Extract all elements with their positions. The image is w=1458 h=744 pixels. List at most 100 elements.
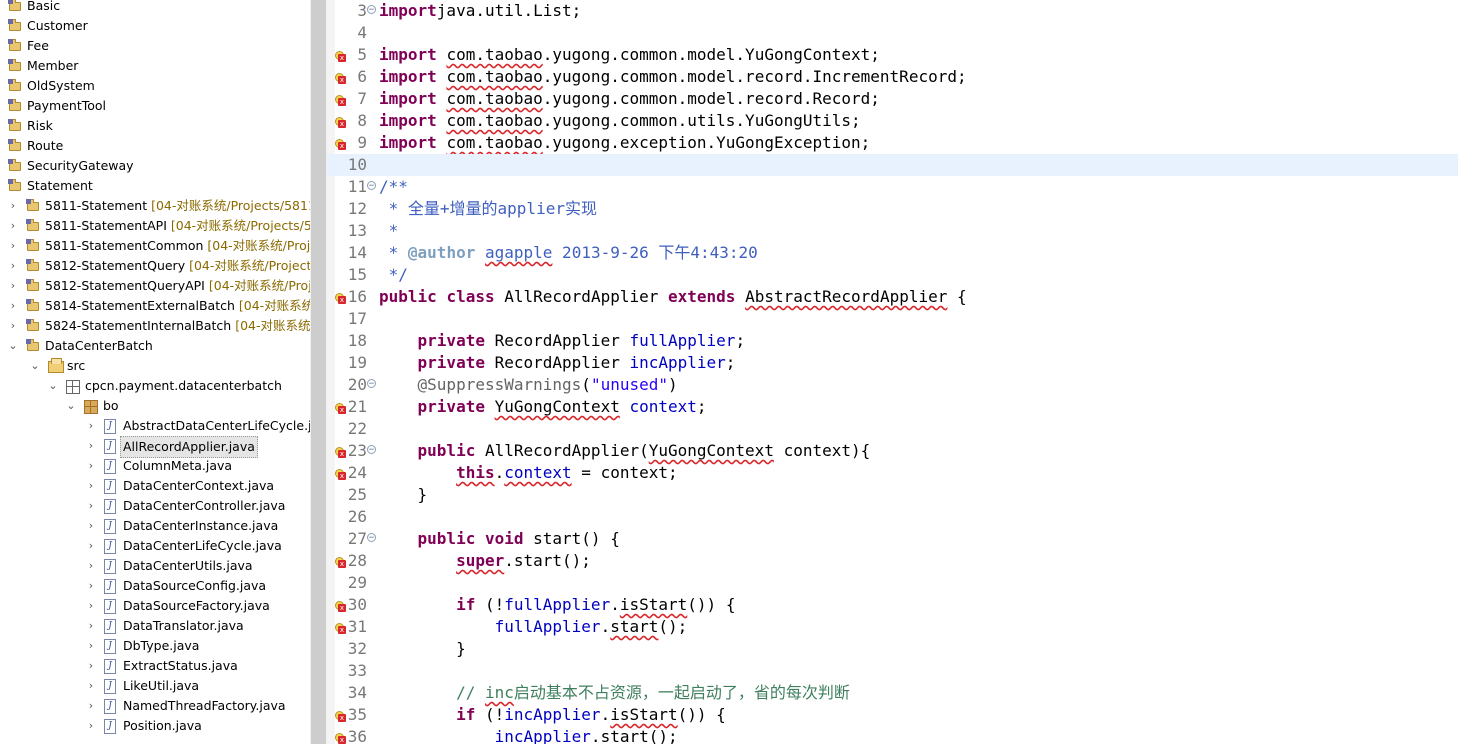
code-line[interactable]: x 24 this.context = context; — [327, 462, 1458, 484]
code-line[interactable]: 25 } — [327, 484, 1458, 506]
code-token: context){ — [773, 441, 871, 460]
tree-item-label: 5811-StatementCommon [04-对账系统/Project — [45, 236, 310, 256]
chevron-right-icon[interactable]: › — [86, 476, 96, 496]
code-line[interactable]: 10 — [327, 154, 1458, 176]
code-line[interactable]: 12 * 全量+增量的applier实现 — [327, 198, 1458, 220]
code-line[interactable]: 20− @SuppressWarnings("unused") — [327, 374, 1458, 396]
code-text: import com.taobao.yugong.common.model.re… — [379, 88, 880, 110]
code-token: start() { — [523, 529, 620, 548]
code-line[interactable]: x 30 if (!fullApplier.isStart()) { — [327, 594, 1458, 616]
chevron-right-icon[interactable]: › — [86, 436, 96, 456]
fold-collapse-icon[interactable]: − — [367, 445, 376, 455]
java-file-icon: J — [104, 459, 116, 474]
code-line[interactable]: x 23− public AllRecordApplier(YuGongConte… — [327, 440, 1458, 462]
code-line[interactable]: x 31 fullApplier.start(); — [327, 616, 1458, 638]
explorer-scrollbar-thumb[interactable] — [310, 0, 327, 744]
chevron-down-icon[interactable]: ⌄ — [30, 356, 40, 376]
code-line[interactable]: x 28 super.start(); — [327, 550, 1458, 572]
code-line[interactable]: 3− importjava.util.List; — [327, 0, 1458, 22]
code-line[interactable]: 4 — [327, 22, 1458, 44]
tree-item-name: ExtractStatus.java — [123, 658, 238, 673]
line-number: 32 — [347, 639, 367, 658]
tree-item-label: Risk — [27, 116, 53, 136]
chevron-right-icon[interactable]: › — [86, 596, 96, 616]
code-line[interactable]: x 16 public class AllRecordApplier extends… — [327, 286, 1458, 308]
code-line[interactable]: x 35 if (!incApplier.isStart()) { — [327, 704, 1458, 726]
code-text: if (!fullApplier.isStart()) { — [379, 594, 735, 616]
code-line[interactable]: 32 } — [327, 638, 1458, 660]
code-token: * 全量+增量的applier实现 — [379, 199, 597, 218]
java-file-icon: J — [104, 479, 116, 494]
code-line[interactable]: 15 */ — [327, 264, 1458, 286]
chevron-right-icon[interactable]: › — [8, 296, 18, 316]
code-token: com.taobao — [446, 133, 543, 152]
code-line[interactable]: 18 private RecordApplier fullApplier; — [327, 330, 1458, 352]
chevron-right-icon[interactable]: › — [86, 696, 96, 716]
code-line[interactable]: x 6 import com.taobao.yugong.common.model.… — [327, 66, 1458, 88]
chevron-right-icon[interactable]: › — [8, 316, 18, 336]
code-token: isStart — [610, 705, 678, 724]
chevron-right-icon[interactable]: › — [8, 276, 18, 296]
code-line[interactable]: 26 — [327, 506, 1458, 528]
chevron-right-icon[interactable]: › — [86, 516, 96, 536]
chevron-right-icon[interactable]: › — [86, 716, 96, 736]
code-token: } — [379, 485, 428, 504]
code-token: ; — [735, 331, 746, 350]
fold-collapse-icon[interactable]: − — [367, 181, 376, 191]
chevron-right-icon[interactable]: › — [8, 256, 18, 276]
chevron-right-icon[interactable]: › — [8, 216, 18, 236]
code-line[interactable]: 11−/** — [327, 176, 1458, 198]
chevron-right-icon[interactable]: › — [86, 416, 96, 436]
chevron-right-icon[interactable]: › — [86, 556, 96, 576]
fold-collapse-icon[interactable]: − — [367, 533, 376, 543]
code-line[interactable]: 29 — [327, 572, 1458, 594]
code-line[interactable]: 19 private RecordApplier incApplier; — [327, 352, 1458, 374]
code-token: .yugong.common.model.record.IncrementRec… — [542, 67, 967, 86]
chevron-right-icon[interactable]: › — [8, 196, 18, 216]
chevron-right-icon[interactable]: › — [86, 636, 96, 656]
fold-collapse-icon[interactable]: − — [367, 5, 376, 15]
code-line[interactable]: 34 // inc启动基本不占资源，一起启动了，省的每次判断 — [327, 682, 1458, 704]
chevron-right-icon[interactable]: › — [86, 656, 96, 676]
fold-collapse-icon[interactable]: − — [367, 379, 376, 389]
code-line[interactable]: 13 * — [327, 220, 1458, 242]
project-icon — [26, 299, 41, 313]
code-line[interactable]: x 7 import com.taobao.yugong.common.model.… — [327, 88, 1458, 110]
line-number: 28 — [347, 551, 367, 570]
code-line[interactable]: x 8 import com.taobao.yugong.common.utils.… — [327, 110, 1458, 132]
java-file-icon: J — [104, 719, 116, 734]
chevron-right-icon[interactable]: › — [86, 496, 96, 516]
tree-item-path: [04-对账系统/Project — [207, 238, 310, 253]
code-line[interactable]: 17 — [327, 308, 1458, 330]
code-line[interactable]: x 9 import com.taobao.yugong.exception.YuG… — [327, 132, 1458, 154]
chevron-down-icon[interactable]: ⌄ — [48, 376, 58, 396]
code-line[interactable]: x 5 import com.taobao.yugong.common.model.… — [327, 44, 1458, 66]
tree-item-name: DataCenterInstance.java — [123, 518, 279, 533]
chevron-right-icon[interactable]: › — [86, 616, 96, 636]
chevron-right-icon[interactable]: › — [86, 536, 96, 556]
chevron-right-icon[interactable]: › — [86, 456, 96, 476]
tree-item-name: Customer — [27, 18, 88, 33]
code-line[interactable]: 27− public void start() { — [327, 528, 1458, 550]
code-editor[interactable]: 3− importjava.util.List; 4 x 5 import com.tao… — [327, 0, 1458, 744]
line-number: 27 — [347, 529, 367, 548]
code-line[interactable]: 33 — [327, 660, 1458, 682]
chevron-right-icon[interactable]: › — [86, 576, 96, 596]
chevron-down-icon[interactable]: ⌄ — [8, 336, 18, 356]
code-line[interactable]: 22 — [327, 418, 1458, 440]
chevron-down-icon[interactable]: ⌄ — [66, 396, 76, 416]
code-line[interactable]: x 36 incApplier.start(); — [327, 726, 1458, 744]
code-text: importjava.util.List; — [379, 0, 581, 22]
chevron-right-icon[interactable]: › — [86, 676, 96, 696]
chevron-right-icon[interactable]: › — [8, 236, 18, 256]
project-icon — [8, 119, 23, 133]
code-token: void — [484, 529, 524, 548]
code-line[interactable]: x 21 private YuGongContext context; — [327, 396, 1458, 418]
tree-item-name: 5811-StatementAPI — [45, 218, 167, 233]
tree-item-name: bo — [103, 398, 119, 413]
code-line[interactable]: 14 * @author agapple 2013-9-26 下午4:43:20 — [327, 242, 1458, 264]
code-token: isStart — [619, 595, 688, 614]
